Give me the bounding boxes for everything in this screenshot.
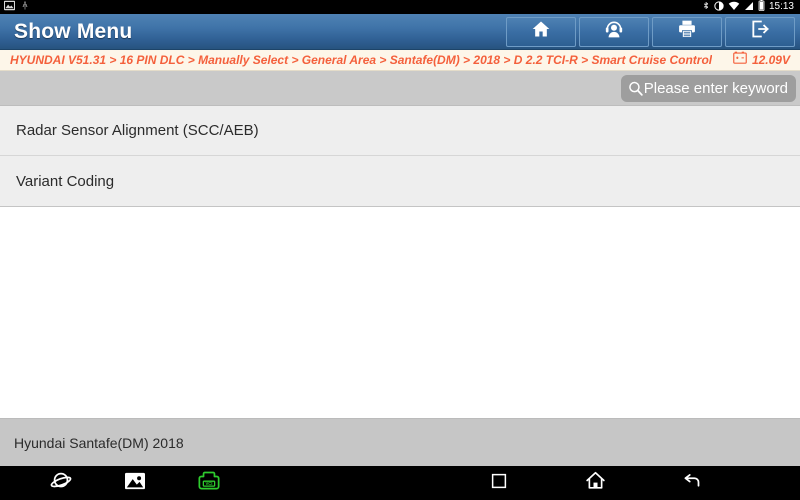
square-icon bbox=[490, 472, 508, 495]
home-button[interactable] bbox=[506, 16, 576, 47]
menu-item-label: Radar Sensor Alignment (SCC/AEB) bbox=[16, 122, 259, 139]
print-button[interactable] bbox=[652, 16, 722, 47]
menu-item-label: Variant Coding bbox=[16, 172, 115, 190]
nav-bar-left-group: VCI bbox=[0, 470, 222, 496]
page-title: Show Menu bbox=[14, 19, 133, 43]
vehicle-info-text: Hyundai Santafe(DM) 2018 bbox=[14, 434, 184, 451]
menu-content-area: Radar Sensor Alignment (SCC/AEB) Variant… bbox=[0, 106, 800, 418]
vci-label: VCI bbox=[206, 481, 213, 486]
back-button[interactable] bbox=[678, 470, 704, 496]
status-bar-clock: 15:13 bbox=[768, 1, 794, 12]
printer-icon bbox=[677, 19, 697, 44]
title-bar-actions bbox=[506, 16, 798, 47]
browser-button[interactable] bbox=[48, 470, 74, 496]
back-arrow-icon bbox=[681, 470, 702, 496]
exit-button[interactable] bbox=[725, 16, 795, 47]
home-outline-icon bbox=[585, 470, 606, 496]
android-status-bar: 15:13 bbox=[0, 0, 800, 14]
home-icon bbox=[531, 19, 551, 44]
vci-button[interactable]: VCI bbox=[196, 470, 222, 496]
app-screen: 15:13 Show Menu HYUNDAI V51.31 > 16 PIN … bbox=[0, 0, 800, 500]
search-placeholder-text: Please enter keyword bbox=[643, 79, 788, 97]
voltage-value: 12.09V bbox=[751, 53, 790, 67]
list-item[interactable]: Variant Coding bbox=[0, 156, 800, 206]
nav-bar-right-group bbox=[486, 470, 704, 496]
list-item[interactable]: Radar Sensor Alignment (SCC/AEB) bbox=[0, 106, 800, 156]
vehicle-info-footer: Hyundai Santafe(DM) 2018 bbox=[0, 418, 800, 466]
headset-person-icon bbox=[604, 19, 624, 44]
title-bar: Show Menu bbox=[0, 14, 800, 50]
exit-door-icon bbox=[750, 19, 770, 44]
battery-voltage-indicator: 12.09V bbox=[733, 51, 792, 69]
car-battery-icon bbox=[733, 51, 747, 69]
search-bar-container: Please enter keyword bbox=[0, 71, 800, 106]
image-icon bbox=[124, 471, 146, 496]
breadcrumb: HYUNDAI V51.31 > 16 PIN DLC > Manually S… bbox=[0, 50, 800, 71]
home-button[interactable] bbox=[582, 470, 608, 496]
vci-connector-icon: VCI bbox=[197, 471, 221, 496]
gallery-button[interactable] bbox=[122, 470, 148, 496]
planet-icon bbox=[50, 470, 72, 497]
search-input[interactable]: Please enter keyword bbox=[620, 74, 796, 102]
menu-list: Radar Sensor Alignment (SCC/AEB) Variant… bbox=[0, 106, 800, 207]
recents-button[interactable] bbox=[486, 470, 512, 496]
search-icon bbox=[627, 80, 644, 97]
android-nav-bar: VCI bbox=[0, 466, 800, 500]
breadcrumb-path: HYUNDAI V51.31 > 16 PIN DLC > Manually S… bbox=[10, 53, 713, 67]
support-button[interactable] bbox=[579, 16, 649, 47]
